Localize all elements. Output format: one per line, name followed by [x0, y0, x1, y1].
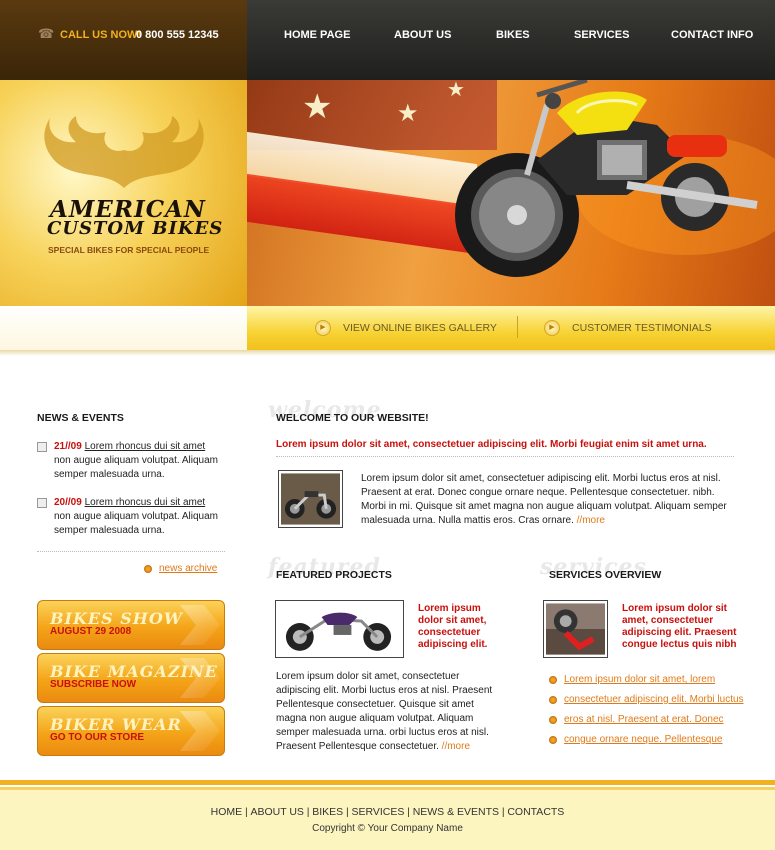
news-heading: NEWS & EVENTS — [37, 412, 124, 424]
footer-stripe — [0, 780, 775, 785]
bullet-icon — [549, 696, 557, 704]
featured-body-text: Lorem ipsum dolor sit amet, consectetuer… — [276, 671, 493, 752]
service-link[interactable]: eros at nisl. Praesent at erat. Donec — [564, 714, 724, 725]
testimonials-link[interactable]: CUSTOMER TESTIMONIALS — [572, 322, 712, 334]
footer — [0, 790, 775, 850]
nav-home-page[interactable]: HOME PAGE — [284, 29, 350, 41]
header-shadow — [0, 350, 775, 356]
footer-link-news[interactable]: NEWS & EVENTS — [413, 806, 499, 818]
news-text: non augue aliquam volutpat. Aliquam semp… — [54, 455, 219, 480]
welcome-more-link[interactable]: //more — [577, 515, 605, 526]
footer-link-about[interactable]: ABOUT US — [250, 806, 303, 818]
motorcycle-thumb-image — [281, 473, 340, 525]
service-link[interactable]: congue ornare neque. Pellentesque — [564, 734, 722, 745]
news-item: 20//09 Lorem rhoncus dui sit amet non au… — [54, 496, 229, 538]
divider — [37, 551, 225, 552]
footer-link-home[interactable]: HOME — [211, 806, 243, 818]
divider — [276, 456, 734, 457]
nav-bikes[interactable]: BIKES — [496, 29, 530, 41]
footer-link-bikes[interactable]: BIKES — [312, 806, 343, 818]
news-archive-link[interactable]: news archive — [159, 563, 217, 574]
welcome-thumbnail — [278, 470, 343, 528]
motorcycle-featured-image — [278, 603, 401, 655]
arrow-icon — [180, 711, 220, 751]
bullet-icon — [549, 736, 557, 744]
motorcycle-service-image — [546, 603, 605, 655]
play-circle-icon[interactable]: ▶ — [544, 320, 560, 336]
strip-divider — [517, 316, 518, 338]
hero-banner: ★ ★ ★ — [247, 80, 775, 306]
gallery-link[interactable]: VIEW ONLINE BIKES GALLERY — [343, 322, 497, 334]
footer-separator: | — [345, 806, 349, 818]
star-icon: ★ — [397, 100, 419, 127]
call-label: CALL US NOW! — [60, 29, 142, 41]
featured-thumbnail — [275, 600, 404, 658]
welcome-body-text: Lorem ipsum dolor sit amet, consectetuer… — [361, 473, 727, 526]
featured-heading: FEATURED PROJECTS — [276, 569, 392, 581]
promo-subtitle: SUBSCRIBE NOW — [50, 679, 137, 690]
promo-biker-wear[interactable]: BIKER WEAR GO TO OUR STORE — [37, 706, 225, 756]
service-link[interactable]: consectetuer adipiscing elit. Morbi luct… — [564, 694, 744, 705]
footer-separator: | — [306, 806, 310, 818]
services-thumbnail — [543, 600, 608, 658]
footer-separator: | — [407, 806, 410, 818]
footer-nav: HOME | ABOUT US | BIKES | SERVICES | NEW… — [0, 806, 775, 818]
news-link[interactable]: Lorem rhoncus dui sit amet — [85, 497, 206, 508]
welcome-lead: Lorem ipsum dolor sit amet, consectetuer… — [276, 439, 707, 450]
nav-contact-info[interactable]: CONTACT INFO — [671, 29, 753, 41]
play-circle-icon[interactable]: ▶ — [315, 320, 331, 336]
star-icon: ★ — [302, 88, 333, 126]
news-item: 21//09 Lorem rhoncus dui sit amet non au… — [54, 440, 229, 482]
services-heading: SERVICES OVERVIEW — [549, 569, 662, 581]
copyright: Copyright © Your Company Name — [312, 823, 463, 834]
header-strip-left — [0, 306, 247, 350]
news-link[interactable]: Lorem rhoncus dui sit amet — [85, 441, 206, 452]
footer-separator: | — [244, 806, 248, 818]
promo-subtitle: AUGUST 29 2008 — [50, 626, 132, 637]
promo-bike-magazine[interactable]: BIKE MAGAZINE SUBSCRIBE NOW — [37, 653, 225, 703]
bullet-icon — [549, 676, 557, 684]
document-icon — [37, 442, 47, 452]
promo-bikes-show[interactable]: BIKES SHOW AUGUST 29 2008 — [37, 600, 225, 650]
bullet-icon — [549, 716, 557, 724]
tribal-emblem-icon — [44, 116, 204, 188]
call-number: 0 800 555 12345 — [136, 29, 219, 41]
motorcycle-image — [455, 80, 775, 277]
welcome-body: Lorem ipsum dolor sit amet, consectetuer… — [361, 472, 736, 528]
welcome-heading: WELCOME TO OUR WEBSITE! — [276, 412, 429, 424]
promo-subtitle: GO TO OUR STORE — [50, 732, 145, 743]
services-caption: Lorem ipsum dolor sit amet, consectetuer… — [622, 603, 737, 650]
featured-more-link[interactable]: //more — [442, 741, 470, 752]
service-link[interactable]: Lorem ipsum dolor sit amet, lorem — [564, 674, 715, 685]
logo-title-line2: CUSTOM BIKES — [47, 218, 224, 239]
phone-icon: ☎ — [38, 26, 55, 41]
news-date: 20//09 — [54, 497, 82, 508]
logo-tagline: SPECIAL BIKES FOR SPECIAL PEOPLE — [48, 245, 210, 255]
nav-about-us[interactable]: ABOUT US — [394, 29, 451, 41]
featured-caption: Lorem ipsum dolor sit amet, consectetuer… — [418, 603, 488, 650]
news-text: non augue aliquam volutpat. Aliquam semp… — [54, 511, 219, 536]
arrow-icon — [180, 605, 220, 645]
footer-link-contacts[interactable]: CONTACTS — [507, 806, 564, 818]
featured-body: Lorem ipsum dolor sit amet, consectetuer… — [276, 670, 496, 754]
bullet-icon — [144, 565, 152, 573]
footer-separator: | — [501, 806, 505, 818]
document-icon — [37, 498, 47, 508]
footer-link-services[interactable]: SERVICES — [351, 806, 404, 818]
nav-services[interactable]: SERVICES — [574, 29, 629, 41]
news-date: 21//09 — [54, 441, 82, 452]
